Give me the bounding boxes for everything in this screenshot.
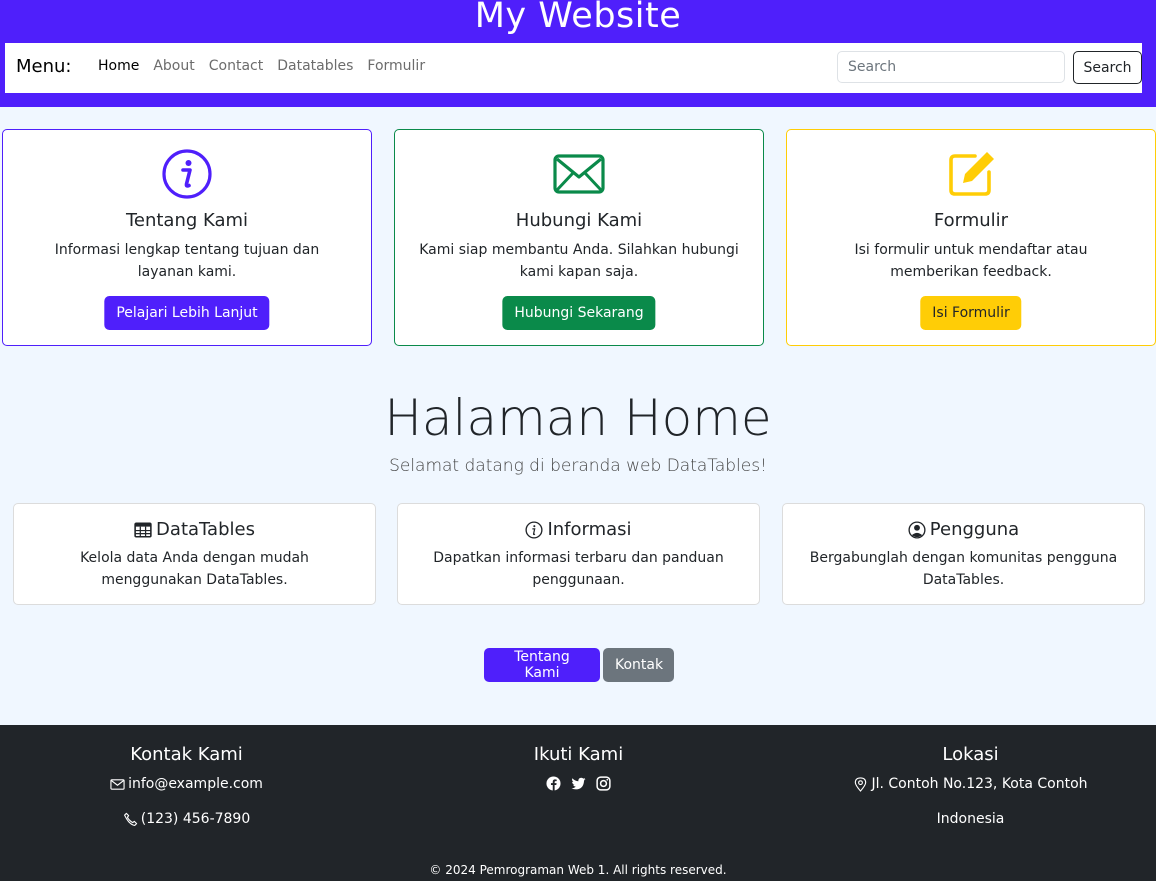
footer-phone: (123) 456-7890 xyxy=(0,811,379,827)
nav-links: Home About Contact Datatables Formulir xyxy=(91,58,432,74)
info-card-informasi: Informasi Dapatkan informasi terbaru dan… xyxy=(397,503,760,605)
social-links xyxy=(386,776,771,791)
info-card-title: Informasi xyxy=(547,519,632,540)
feature-card-title: Formulir xyxy=(933,210,1009,231)
table-icon xyxy=(134,521,152,539)
feature-card-text: Kami siap membantu Anda. Silahkan hubung… xyxy=(419,242,739,280)
map-pin-icon xyxy=(853,776,868,792)
footer-email: info@example.com xyxy=(0,776,379,792)
page-title: Halaman Home xyxy=(384,389,772,447)
info-circle-icon xyxy=(525,520,544,539)
search-button[interactable]: Search xyxy=(1073,51,1142,84)
nav-link-home[interactable]: Home xyxy=(98,58,139,74)
phone-icon xyxy=(123,812,138,827)
site-title: My Website xyxy=(474,0,682,36)
info-card-title: DataTables xyxy=(156,519,255,540)
address-text: Jl. Contoh No.123, Kota Contoh xyxy=(871,776,1088,792)
nav-link-datatables[interactable]: Datatables xyxy=(277,58,353,74)
phone-number: (123) 456-7890 xyxy=(140,811,251,827)
nav-link-formulir[interactable]: Formulir xyxy=(367,58,425,74)
nav-link-contact[interactable]: Contact xyxy=(209,58,263,74)
info-card-datatables: DataTables Kelola data Anda dengan mudah… xyxy=(13,503,376,605)
site-header: My Website Menu: Home About Contact Data… xyxy=(0,0,1156,107)
feature-card-text: Informasi lengkap tentang tujuan dan lay… xyxy=(54,242,320,280)
fill-form-button[interactable]: Isi Formulir xyxy=(920,296,1022,330)
email-link[interactable]: info@example.com xyxy=(128,776,263,792)
info-card-text: Kelola data Anda dengan mudah menggunaka… xyxy=(80,550,309,588)
info-card-title: Pengguna xyxy=(929,519,1020,540)
navbar-brand[interactable]: Menu: xyxy=(16,56,72,77)
feature-card-title: Hubungi Kami xyxy=(515,210,643,231)
feature-card-hubungi: Hubungi Kami Kami siap membantu Anda. Si… xyxy=(394,129,764,346)
footer-address: Jl. Contoh No.123, Kota Contoh xyxy=(778,776,1156,792)
info-card-text: Dapatkan informasi terbaru dan panduan p… xyxy=(433,550,724,588)
twitter-icon[interactable] xyxy=(571,776,586,791)
info-card-pengguna: Pengguna Bergabunglah dengan komunitas p… xyxy=(782,503,1145,605)
navbar: Menu: Home About Contact Datatables Form… xyxy=(5,43,1142,93)
search-input[interactable] xyxy=(837,51,1065,83)
page-subtitle: Selamat datang di beranda web DataTables… xyxy=(389,456,767,476)
learn-more-button[interactable]: Pelajari Lebih Lanjut xyxy=(104,296,270,330)
facebook-icon[interactable] xyxy=(546,776,561,791)
envelope-icon xyxy=(395,148,763,200)
footer-country: Indonesia xyxy=(778,811,1156,827)
instagram-icon[interactable] xyxy=(596,776,611,791)
footer-location-title: Lokasi xyxy=(942,744,999,765)
feature-card-formulir: Formulir Isi formulir untuk mendaftar at… xyxy=(786,129,1156,346)
feature-card-text: Isi formulir untuk mendaftar atau member… xyxy=(854,242,1088,280)
country-text: Indonesia xyxy=(936,811,1005,827)
about-us-button[interactable]: Tentang Kami xyxy=(484,648,600,682)
feature-card-title: Tentang Kami xyxy=(125,210,249,231)
contact-now-button[interactable]: Hubungi Sekarang xyxy=(502,296,656,330)
info-card-text: Bergabunglah dengan komunitas pengguna D… xyxy=(809,550,1118,588)
envelope-icon xyxy=(110,777,125,792)
copyright: © 2024 Pemrograman Web 1. All rights res… xyxy=(429,863,727,877)
footer-contact-title: Kontak Kami xyxy=(130,744,243,765)
footer-follow-title: Ikuti Kami xyxy=(533,744,624,765)
user-circle-icon xyxy=(908,520,926,539)
nav-link-about[interactable]: About xyxy=(153,58,194,74)
contact-button[interactable]: Kontak xyxy=(603,648,674,682)
feature-card-tentang: Tentang Kami Informasi lengkap tentang t… xyxy=(2,129,372,346)
info-circle-icon xyxy=(3,148,371,200)
footer: Kontak Kami info@example.com (123) 456-7… xyxy=(0,725,1156,881)
edit-icon xyxy=(787,148,1155,200)
